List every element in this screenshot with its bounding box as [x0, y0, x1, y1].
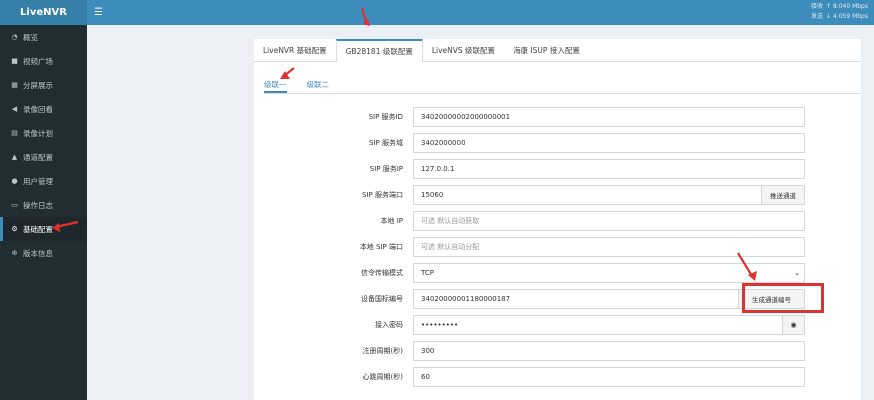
annotation-arrows [52, 7, 757, 281]
arrow-head-tab [363, 18, 370, 26]
arrow-to-generate-button [737, 252, 753, 277]
arrow-to-gb28181-tab [360, 7, 368, 23]
arrow-head-sidebar [52, 223, 60, 232]
